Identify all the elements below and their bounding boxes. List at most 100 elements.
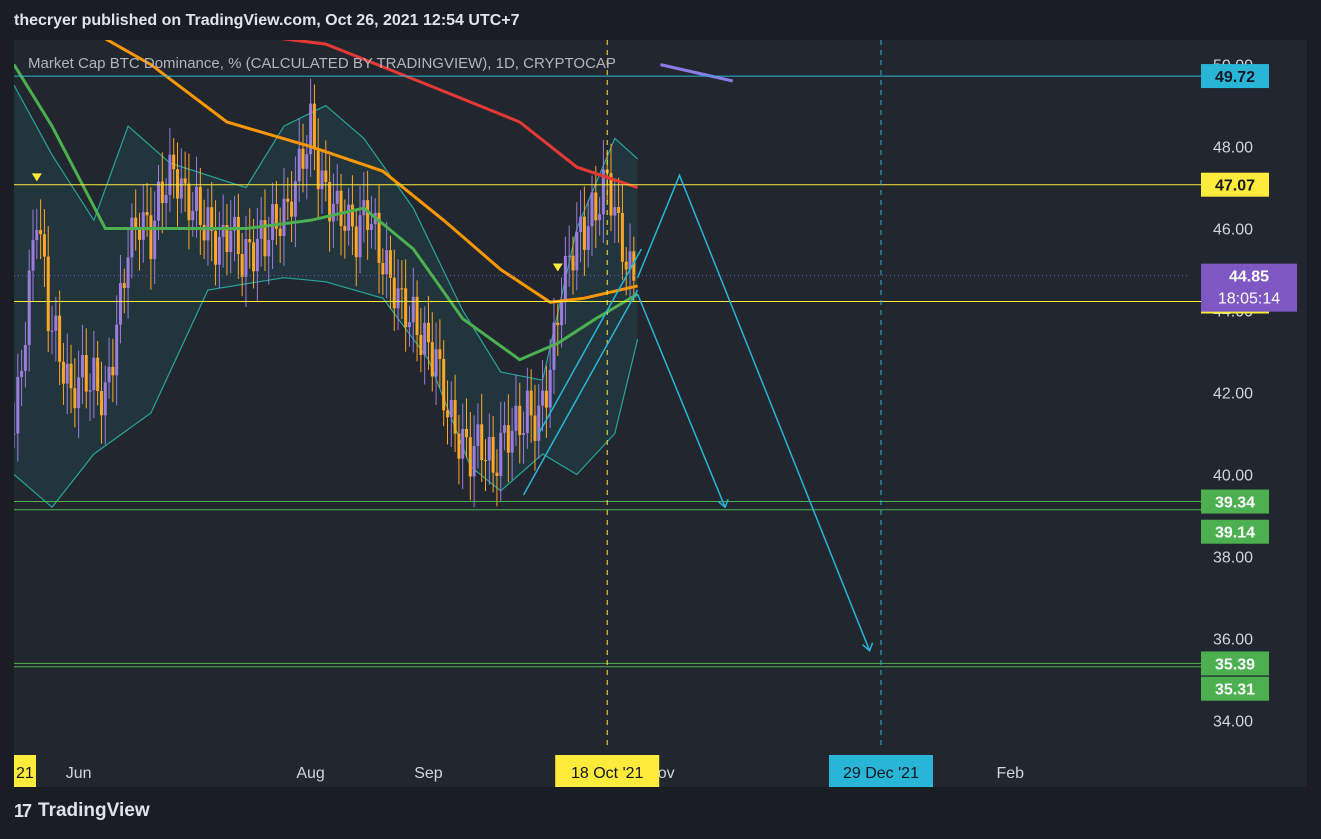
candle-body bbox=[366, 200, 370, 230]
candle-body bbox=[16, 376, 20, 434]
candle-body bbox=[434, 349, 438, 377]
candle-body bbox=[415, 296, 419, 336]
candle-body bbox=[35, 229, 39, 241]
candle-body bbox=[331, 203, 335, 222]
ema-purple-line bbox=[660, 63, 734, 83]
candle-body bbox=[58, 315, 62, 362]
candle-body bbox=[404, 288, 408, 328]
candle-body bbox=[195, 186, 199, 211]
candle-body bbox=[187, 183, 191, 221]
candle-body bbox=[244, 239, 248, 277]
candle-body bbox=[92, 357, 96, 391]
candle-body bbox=[343, 226, 347, 231]
chart-title: Market Cap BTC Dominance, % (CALCULATED … bbox=[28, 55, 616, 72]
candle-body bbox=[282, 198, 286, 236]
candle-body bbox=[122, 283, 126, 289]
candle-body bbox=[286, 198, 290, 202]
candle-body bbox=[560, 302, 564, 326]
down-marker-icon bbox=[552, 263, 563, 272]
candle-body bbox=[335, 190, 339, 204]
candle-body bbox=[214, 230, 218, 265]
candle-body bbox=[69, 363, 73, 389]
candle-body bbox=[442, 358, 446, 411]
candle-body bbox=[499, 432, 503, 476]
candle-body bbox=[145, 212, 149, 216]
candle-body bbox=[617, 207, 621, 214]
price-label-text: 47.07 bbox=[1215, 178, 1255, 195]
candle-body bbox=[385, 250, 389, 275]
price-countdown: 18:05:14 bbox=[1218, 291, 1280, 308]
candle-body bbox=[582, 216, 586, 250]
candle-body bbox=[548, 369, 552, 408]
candle-body bbox=[14, 433, 16, 435]
candle-body bbox=[537, 405, 541, 441]
candle-body bbox=[183, 178, 187, 184]
price-label-text: 35.31 bbox=[1215, 682, 1255, 699]
candle-body bbox=[27, 270, 31, 345]
candle-body bbox=[533, 415, 537, 441]
candle-body bbox=[236, 216, 240, 255]
x-tick-label: 21 bbox=[16, 765, 34, 782]
candle-body bbox=[198, 186, 202, 225]
candle-body bbox=[480, 424, 484, 461]
y-tick-label: 42.00 bbox=[1213, 386, 1253, 403]
price-chart[interactable]: 50.0048.0046.0044.0042.0040.0038.0036.00… bbox=[14, 40, 1307, 787]
candle-body bbox=[153, 220, 157, 260]
chart-panel[interactable]: 50.0048.0046.0044.0042.0040.0038.0036.00… bbox=[14, 40, 1307, 787]
candle-body bbox=[271, 204, 275, 240]
candle-body bbox=[259, 220, 263, 239]
candle-body bbox=[522, 433, 526, 435]
candle-body bbox=[103, 382, 107, 416]
date-highlight-label: 29 Dec '21 bbox=[843, 765, 919, 782]
candle-body bbox=[541, 390, 545, 406]
candle-body bbox=[118, 283, 122, 325]
candle-body bbox=[126, 257, 130, 289]
candle-body bbox=[61, 361, 65, 384]
candle-body bbox=[176, 169, 180, 199]
candle-body bbox=[320, 170, 324, 190]
candle-body bbox=[449, 400, 453, 418]
candle-body bbox=[598, 214, 602, 221]
candle-body bbox=[297, 148, 301, 182]
candle-body bbox=[525, 390, 529, 434]
candle-body bbox=[46, 256, 50, 332]
candle-body bbox=[255, 238, 259, 272]
projection-path-long bbox=[636, 173, 871, 651]
x-tick-label: Feb bbox=[996, 765, 1024, 782]
candle-body bbox=[290, 201, 294, 217]
candle-body bbox=[339, 190, 343, 227]
candle-body bbox=[54, 315, 58, 331]
publish-line: thecryer published on TradingView.com, O… bbox=[14, 12, 520, 29]
candle-body bbox=[115, 324, 119, 376]
candle-body bbox=[31, 240, 35, 271]
candle-body bbox=[465, 428, 469, 438]
candle-body bbox=[73, 388, 77, 409]
x-tick-label: Aug bbox=[296, 765, 324, 782]
brand-name: TradingView bbox=[38, 800, 150, 821]
candle-body bbox=[407, 322, 411, 328]
candle-body bbox=[484, 460, 488, 462]
candle-body bbox=[20, 370, 24, 377]
price-label-text: 35.39 bbox=[1215, 656, 1255, 673]
candle-body bbox=[84, 354, 88, 392]
candle-body bbox=[369, 224, 373, 230]
candle-body bbox=[99, 391, 103, 416]
candle-body bbox=[590, 192, 594, 227]
candle-body bbox=[347, 204, 351, 231]
candle-body bbox=[305, 154, 309, 169]
candle-body bbox=[563, 255, 567, 303]
candle-body bbox=[426, 322, 430, 343]
candle-body bbox=[350, 204, 354, 227]
candle-body bbox=[457, 433, 461, 459]
candle-body bbox=[312, 103, 316, 149]
candle-body bbox=[164, 194, 168, 204]
price-label-text: 39.34 bbox=[1215, 495, 1255, 512]
candle-body bbox=[438, 349, 442, 359]
candle-body bbox=[514, 405, 518, 431]
candle-body bbox=[396, 288, 400, 309]
candle-body bbox=[248, 239, 252, 243]
candle-body bbox=[316, 148, 320, 190]
candle-body bbox=[172, 154, 176, 170]
candle-body bbox=[39, 229, 43, 235]
candle-body bbox=[301, 148, 305, 169]
